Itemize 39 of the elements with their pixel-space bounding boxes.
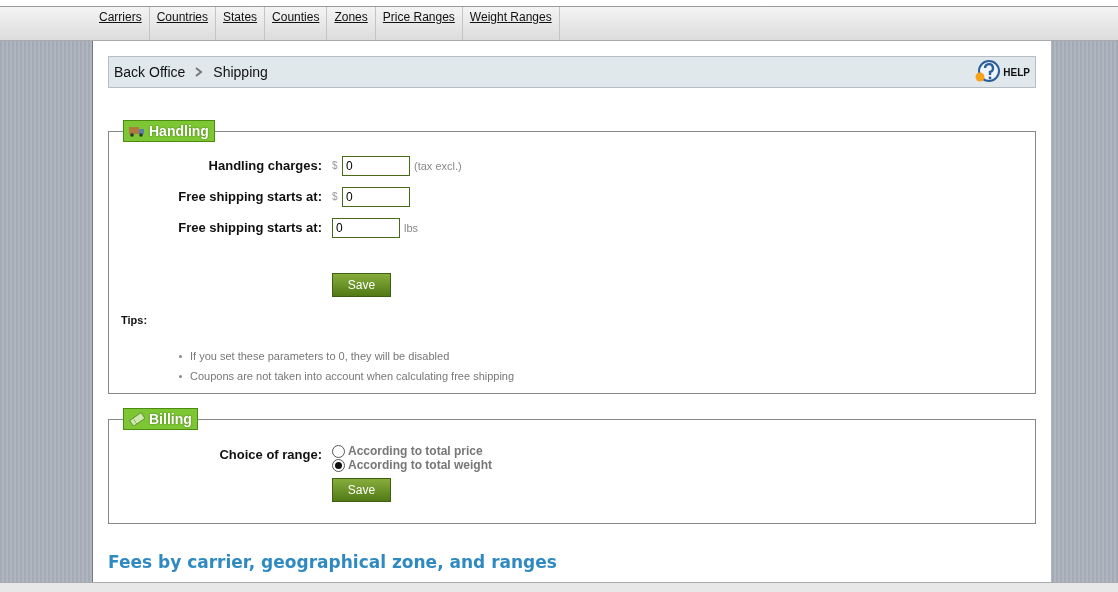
save-button[interactable]: Save — [332, 273, 391, 297]
save-button[interactable]: Save — [332, 478, 391, 502]
bullet-icon — [179, 374, 182, 378]
input-field[interactable]: 0 — [342, 155, 410, 176]
radio-option[interactable]: According to total weight — [332, 458, 492, 472]
help-icon — [974, 60, 1001, 84]
field-label: Free shipping starts at: — [177, 220, 323, 235]
tip-text: Coupons are not taken into account when calculating free shipping — [190, 370, 515, 382]
radio-option[interactable]: According to total price — [332, 444, 492, 458]
tip-text: If you set these parameters to 0, they will be disabled — [190, 350, 450, 362]
unit-label: (tax excl.) — [414, 159, 462, 172]
radio-button[interactable] — [332, 458, 345, 472]
bullet-icon — [179, 354, 182, 358]
nav-tab[interactable]: Countries — [149, 7, 217, 40]
section-heading: Fees by carrier, geographical zone, and ranges — [108, 552, 558, 572]
currency-label: $ — [332, 160, 339, 171]
panel-title: Billing — [123, 408, 198, 430]
currency-label: $ — [332, 191, 339, 202]
breadcrumb-item: Back Office — [114, 64, 186, 80]
panel-title: Handling — [123, 120, 215, 142]
chevron-icon — [195, 67, 204, 77]
nav-tab[interactable]: Carriers — [92, 7, 150, 40]
field-label: Choice of range: — [218, 446, 323, 464]
input-field[interactable]: 0 — [332, 217, 400, 238]
nav-tab[interactable]: States — [216, 7, 266, 40]
nav-tab[interactable]: Counties — [265, 7, 328, 40]
field-label: Handling charges: — [207, 158, 323, 173]
breadcrumb-item: Shipping — [213, 64, 268, 80]
unit-label: lbs — [404, 221, 419, 234]
ticket-icon — [129, 412, 145, 426]
input-field[interactable]: 0 — [342, 186, 410, 207]
nav-tab[interactable]: Zones — [327, 7, 376, 40]
tips-label: Tips: — [121, 314, 149, 326]
nav-tab[interactable]: Price Ranges — [375, 7, 463, 40]
help-link[interactable]: HELP — [974, 60, 1030, 84]
radio-button[interactable] — [332, 444, 345, 458]
truck-icon — [129, 125, 145, 137]
field-label: Free shipping starts at: — [177, 189, 323, 204]
nav-tab[interactable]: Weight Ranges — [462, 7, 560, 40]
